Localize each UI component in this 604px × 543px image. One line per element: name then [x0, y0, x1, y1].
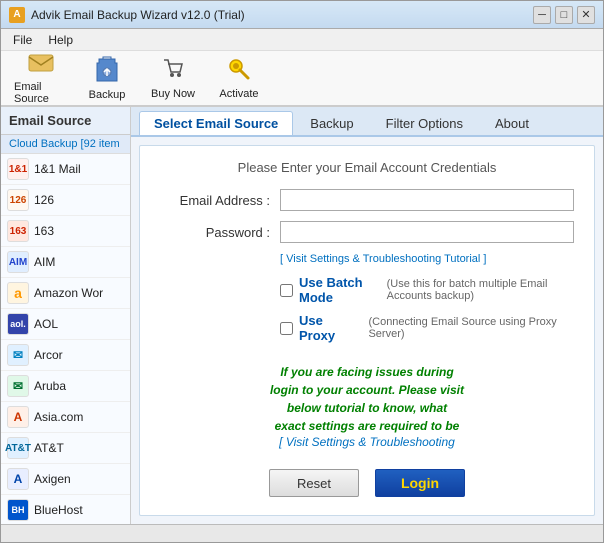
sidebar-item-asiacom-label: Asia.com — [34, 410, 83, 424]
sidebar-item-amazon[interactable]: a Amazon Wor — [1, 278, 130, 309]
info-line2: login to your account. Please visit — [270, 383, 464, 397]
info-line1: If you are facing issues during — [280, 365, 453, 379]
sidebar-item-aruba[interactable]: ✉ Aruba — [1, 371, 130, 402]
sidebar-header: Email Source — [1, 107, 130, 135]
maximize-button[interactable]: □ — [555, 6, 573, 24]
menu-bar: File Help — [1, 29, 603, 51]
axigen-icon: A — [7, 468, 29, 490]
title-bar-left: A Advik Email Backup Wizard v12.0 (Trial… — [9, 7, 245, 23]
sidebar-item-amazon-label: Amazon Wor — [34, 286, 103, 300]
status-bar — [1, 524, 603, 542]
info-link[interactable]: [ Visit Settings & Troubleshooting — [174, 435, 560, 449]
163-icon: 163 — [7, 220, 29, 242]
email-row: Email Address : — [160, 189, 574, 211]
sidebar-item-bluehost-label: BlueHost — [34, 503, 83, 517]
sidebar-item-aol-label: AOL — [34, 317, 58, 331]
form-panel: Please Enter your Email Account Credenti… — [139, 145, 595, 516]
aruba-icon: ✉ — [7, 375, 29, 397]
buy-now-label: Buy Now — [151, 88, 195, 100]
proxy-label[interactable]: Use Proxy — [299, 313, 356, 343]
email-source-icon — [27, 51, 55, 79]
sidebar-item-arcor-label: Arcor — [34, 348, 63, 362]
app-icon: A — [9, 7, 25, 23]
title-controls: ─ □ ✕ — [533, 6, 595, 24]
sidebar-item-aim-label: AIM — [34, 255, 55, 269]
title-bar: A Advik Email Backup Wizard v12.0 (Trial… — [1, 1, 603, 29]
toolbar-backup[interactable]: Backup — [75, 54, 139, 102]
toolbar-activate[interactable]: Activate — [207, 54, 271, 102]
backup-icon — [95, 55, 119, 87]
info-text: If you are facing issues during login to… — [174, 363, 560, 435]
main-window: A Advik Email Backup Wizard v12.0 (Trial… — [0, 0, 604, 543]
sidebar-item-axigen[interactable]: A Axigen — [1, 464, 130, 495]
sidebar-item-163-label: 163 — [34, 224, 54, 238]
sidebar-item-aol[interactable]: aol. AOL — [1, 309, 130, 340]
sidebar-item-att[interactable]: AT&T AT&T — [1, 433, 130, 464]
minimize-button[interactable]: ─ — [533, 6, 551, 24]
form-title: Please Enter your Email Account Credenti… — [160, 160, 574, 175]
sidebar-sub[interactable]: Cloud Backup [92 item — [1, 135, 130, 154]
tab-bar: Select Email Source Backup Filter Option… — [131, 107, 603, 137]
sidebar-item-126-label: 126 — [34, 193, 54, 207]
proxy-row: Use Proxy (Connecting Email Source using… — [280, 313, 574, 343]
password-input[interactable] — [280, 221, 574, 243]
buy-now-icon — [160, 56, 186, 86]
aim-icon: AIM — [7, 251, 29, 273]
sidebar-item-att-label: AT&T — [34, 441, 64, 455]
aol-icon: aol. — [7, 313, 29, 335]
sidebar-item-126[interactable]: 126 126 — [1, 185, 130, 216]
backup-label: Backup — [89, 89, 126, 101]
toolbar: Email Source Backup Buy Now — [1, 51, 603, 107]
amazon-icon: a — [7, 282, 29, 304]
sidebar-item-axigen-label: Axigen — [34, 472, 71, 486]
tab-filter-options[interactable]: Filter Options — [371, 111, 478, 135]
activate-icon — [226, 56, 252, 86]
proxy-checkbox[interactable] — [280, 322, 293, 335]
batch-mode-label[interactable]: Use Batch Mode — [299, 275, 375, 305]
menu-file[interactable]: File — [5, 31, 40, 49]
tab-backup[interactable]: Backup — [295, 111, 368, 135]
tab-about[interactable]: About — [480, 111, 544, 135]
content-area: Select Email Source Backup Filter Option… — [131, 107, 603, 524]
sidebar-item-1and1-label: 1&1 Mail — [34, 162, 81, 176]
tab-select-source[interactable]: Select Email Source — [139, 111, 293, 135]
1and1-icon: 1&1 — [7, 158, 29, 180]
password-label: Password : — [160, 225, 280, 240]
info-box: If you are facing issues during login to… — [160, 353, 574, 459]
batch-mode-row: Use Batch Mode (Use this for batch multi… — [280, 275, 574, 305]
sidebar-item-aruba-label: Aruba — [34, 379, 66, 393]
bluehost-icon: BH — [7, 499, 29, 521]
sidebar: Email Source Cloud Backup [92 item 1&1 1… — [1, 107, 131, 524]
sidebar-item-arcor[interactable]: ✉ Arcor — [1, 340, 130, 371]
sidebar-item-163[interactable]: 163 163 — [1, 216, 130, 247]
login-button[interactable]: Login — [375, 469, 465, 497]
sidebar-item-aim[interactable]: AIM AIM — [1, 247, 130, 278]
sidebar-item-bluehost[interactable]: BH BlueHost — [1, 495, 130, 524]
att-icon: AT&T — [7, 437, 29, 459]
toolbar-email-source[interactable]: Email Source — [9, 54, 73, 102]
info-line4: exact settings are required to be — [275, 419, 460, 433]
arcor-icon: ✉ — [7, 344, 29, 366]
126-icon: 126 — [7, 189, 29, 211]
menu-help[interactable]: Help — [40, 31, 81, 49]
email-input[interactable] — [280, 189, 574, 211]
button-row: Reset Login — [160, 469, 574, 497]
sidebar-item-asiacom[interactable]: A Asia.com — [1, 402, 130, 433]
close-button[interactable]: ✕ — [577, 6, 595, 24]
activate-label: Activate — [219, 88, 258, 100]
main-area: Email Source Cloud Backup [92 item 1&1 1… — [1, 107, 603, 524]
email-source-label: Email Source — [14, 81, 68, 105]
reset-button[interactable]: Reset — [269, 469, 359, 497]
info-line3: below tutorial to know, what — [287, 401, 447, 415]
asiacom-icon: A — [7, 406, 29, 428]
proxy-hint: (Connecting Email Source using Proxy Ser… — [368, 316, 574, 340]
password-row: Password : — [160, 221, 574, 243]
toolbar-buy-now[interactable]: Buy Now — [141, 54, 205, 102]
visit-link[interactable]: [ Visit Settings & Troubleshooting Tutor… — [280, 253, 574, 265]
batch-mode-checkbox[interactable] — [280, 284, 293, 297]
email-label: Email Address : — [160, 193, 280, 208]
batch-mode-hint: (Use this for batch multiple Email Accou… — [387, 278, 574, 302]
sidebar-item-1and1[interactable]: 1&1 1&1 Mail — [1, 154, 130, 185]
window-title: Advik Email Backup Wizard v12.0 (Trial) — [31, 8, 245, 22]
